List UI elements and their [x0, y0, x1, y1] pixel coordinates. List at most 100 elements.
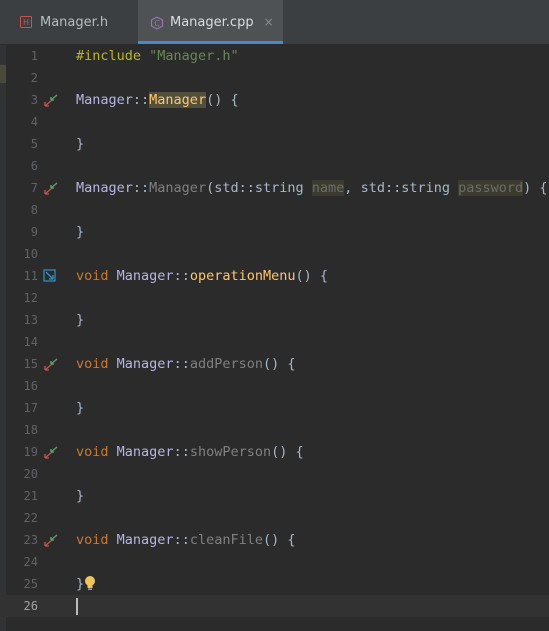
code-line-11: 11 void Manager::operationMenu() { — [0, 265, 549, 287]
keyword: void — [76, 444, 109, 460]
code-text: void Manager::showPerson() { — [76, 441, 304, 463]
code-text: } — [76, 136, 85, 152]
code-text: void Manager::operationMenu() { — [76, 265, 328, 287]
code-text: } — [76, 488, 85, 504]
scope-operator: :: — [173, 356, 190, 372]
code-line-9: 9 } — [0, 221, 549, 243]
line-number: 3 — [30, 93, 38, 107]
line-number: 26 — [23, 599, 38, 613]
function-name: addPerson — [189, 356, 263, 372]
code-text: } — [76, 312, 85, 328]
code-text: void Manager::addPerson() { — [76, 353, 296, 375]
code-punctuation: () { — [295, 268, 329, 284]
navigate-to-declaration-icon[interactable] — [42, 444, 58, 460]
code-line-6: 6 — [0, 155, 549, 177]
function-name: operationMenu — [189, 268, 296, 284]
code-punctuation: () { — [262, 532, 296, 548]
text-caret — [76, 597, 78, 615]
line-number: 13 — [23, 313, 38, 327]
code-line-17: 17 } — [0, 397, 549, 419]
function-name: cleanFile — [189, 532, 263, 548]
code-line-21: 21 } — [0, 485, 549, 507]
code-line-16: 16 — [0, 375, 549, 397]
line-number: 4 — [30, 115, 38, 129]
code-line-22: 22 — [0, 507, 549, 529]
line-number: 1 — [30, 49, 38, 63]
class-name: Manager — [116, 356, 174, 372]
implemented-indicator-icon[interactable] — [42, 268, 58, 284]
close-icon[interactable]: × — [264, 15, 274, 29]
scope-operator: :: — [173, 532, 190, 548]
header-file-icon: H — [20, 16, 32, 28]
code-line-3: 3 Manager::Manager() { — [0, 89, 549, 111]
param-name: password — [458, 180, 524, 196]
navigate-to-declaration-icon[interactable] — [42, 180, 58, 196]
line-number: 2 — [30, 71, 38, 85]
code-punctuation: () { — [206, 92, 239, 108]
code-text: Manager::Manager(std::string name, std::… — [76, 177, 548, 199]
code-text: } — [76, 576, 85, 592]
navigate-to-declaration-icon[interactable] — [42, 532, 58, 548]
line-number: 15 — [23, 357, 38, 371]
param-type: std::string — [214, 180, 304, 196]
param-name: name — [311, 180, 345, 196]
tab-label: Manager.cpp — [170, 14, 254, 30]
line-number: 9 — [30, 225, 38, 239]
line-number: 18 — [23, 423, 38, 437]
param-type: std::string — [360, 180, 450, 196]
code-line-4: 4 — [0, 111, 549, 133]
code-line-20: 20 — [0, 463, 549, 485]
code-editor[interactable]: 1 #include "Manager.h" 2 3 Manager::Mana… — [0, 45, 549, 631]
line-number: 19 — [23, 445, 38, 459]
keyword: void — [76, 268, 109, 284]
code-punctuation: , — [344, 180, 353, 196]
code-punctuation: ) { — [523, 180, 548, 196]
class-name: Manager — [76, 180, 133, 196]
code-line-12: 12 — [0, 287, 549, 309]
code-text: } — [76, 400, 85, 416]
code-line-23: 23 void Manager::cleanFile() { — [0, 529, 549, 551]
tab-manager-h[interactable]: H Manager.h — [0, 0, 136, 44]
code-line-25: 25 } — [0, 573, 549, 595]
code-text — [76, 595, 78, 617]
line-number: 10 — [23, 247, 38, 261]
code-line-15: 15 void Manager::addPerson() { — [0, 353, 549, 375]
code-punctuation: () { — [271, 444, 304, 460]
code-text: #include "Manager.h" — [76, 45, 239, 67]
scope-operator: :: — [132, 180, 150, 196]
code-line-2: 2 — [0, 67, 549, 89]
line-number: 14 — [23, 335, 38, 349]
line-number: 20 — [23, 467, 38, 481]
svg-text:C: C — [154, 19, 160, 28]
navigate-to-declaration-icon[interactable] — [42, 92, 58, 108]
code-line-8: 8 — [0, 199, 549, 221]
line-number: 24 — [23, 555, 38, 569]
tab-manager-cpp[interactable]: C Manager.cpp × — [138, 0, 283, 44]
class-name: Manager — [116, 268, 174, 284]
line-number: 23 — [23, 533, 38, 547]
line-number: 17 — [23, 401, 38, 415]
class-name: Manager — [116, 532, 174, 548]
code-line-26-current[interactable]: 26 — [0, 595, 549, 617]
line-number: 12 — [23, 291, 38, 305]
constructor-name: Manager — [149, 180, 207, 196]
lightbulb-icon[interactable] — [84, 575, 96, 591]
keyword: void — [76, 356, 109, 372]
preprocessor-directive: #include — [76, 48, 142, 64]
line-number: 8 — [30, 203, 38, 217]
code-punctuation: () { — [262, 356, 296, 372]
line-number: 11 — [23, 269, 38, 283]
code-line-1: 1 #include "Manager.h" — [0, 45, 549, 67]
line-number: 7 — [30, 181, 38, 195]
cpp-file-icon: C — [150, 16, 164, 30]
class-name: Manager — [116, 444, 174, 460]
code-text: Manager::Manager() { — [76, 89, 239, 111]
class-name: Manager — [76, 92, 133, 108]
code-line-7: 7 Manager::Manager(std::string name, std… — [0, 177, 549, 199]
keyword: void — [76, 532, 109, 548]
code-line-18: 18 — [0, 419, 549, 441]
navigate-to-declaration-icon[interactable] — [42, 356, 58, 372]
line-number: 25 — [23, 577, 38, 591]
code-line-10: 10 — [0, 243, 549, 265]
include-path: "Manager.h" — [149, 48, 239, 64]
